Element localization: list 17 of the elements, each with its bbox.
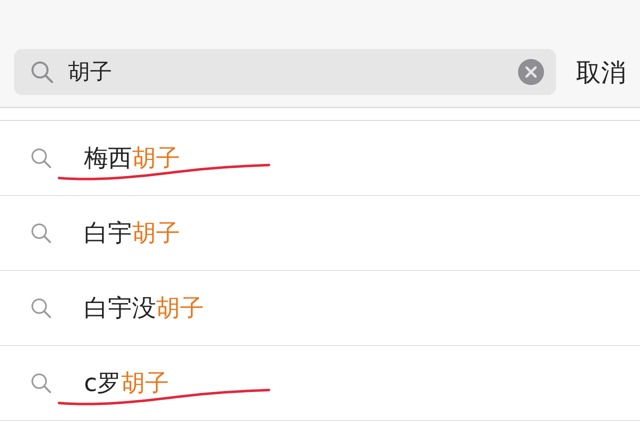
clear-icon[interactable] xyxy=(518,59,544,85)
suggestion-text: 梅西胡子 xyxy=(84,143,180,174)
search-icon xyxy=(30,222,52,244)
search-icon xyxy=(30,372,52,394)
suggestion-item[interactable]: 梅西胡子 xyxy=(0,121,640,196)
suggestion-text: c罗胡子 xyxy=(84,368,170,399)
suggestion-item[interactable]: c罗胡子 xyxy=(0,346,640,421)
suggestion-item[interactable]: 白宇没胡子 xyxy=(0,271,640,346)
search-icon xyxy=(30,147,52,169)
suggestion-text: 白宇没胡子 xyxy=(84,293,204,324)
search-field[interactable]: 胡子 xyxy=(14,49,556,95)
cancel-button[interactable]: 取消 xyxy=(576,49,626,95)
suggestion-item[interactable]: 白宇胡子 xyxy=(0,196,640,271)
suggestion-text: 白宇胡子 xyxy=(84,218,180,249)
search-icon xyxy=(30,297,52,319)
search-input-text: 胡子 xyxy=(68,59,113,87)
search-icon xyxy=(30,60,54,84)
